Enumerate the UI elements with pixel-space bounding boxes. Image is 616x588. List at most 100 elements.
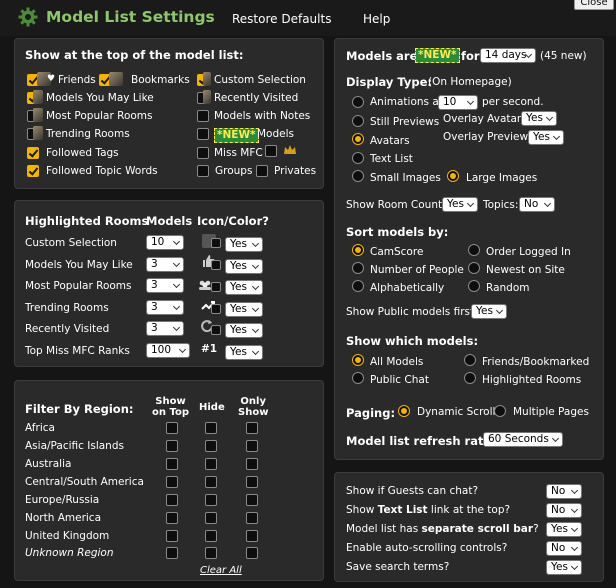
crown-icon [284, 145, 296, 154]
region-only-show-checkbox[interactable] [246, 494, 258, 506]
new-models-checkbox[interactable] [197, 128, 209, 140]
sort-random-radio[interactable] [468, 280, 480, 292]
recently-visited-models-select[interactable]: 3 [146, 321, 184, 336]
most-popular-models-select[interactable]: 3 [146, 278, 184, 293]
trending-icon-checkbox[interactable] [211, 304, 221, 314]
multiple-pages-radio[interactable] [494, 405, 506, 417]
sort-option-label: Alphabetically [370, 282, 445, 294]
region-hide-checkbox[interactable] [205, 422, 217, 434]
models-column-heading: Models [146, 214, 193, 228]
region-only-show-checkbox[interactable] [246, 530, 258, 542]
followed-tags-checkbox[interactable] [27, 147, 39, 159]
refresh-rate-select[interactable]: 60 Seconds [483, 432, 563, 447]
recently-visited-enabled-select[interactable]: Yes [225, 323, 263, 338]
help-button[interactable]: Help [363, 12, 390, 26]
region-hide-checkbox[interactable] [205, 458, 217, 470]
recently-visited-icon-checkbox[interactable] [211, 325, 221, 335]
restore-defaults-button[interactable]: Restore Defaults [232, 12, 331, 26]
highlight-row-label: Models You May Like [25, 259, 133, 271]
only-show-column-heading: Only Show [238, 396, 269, 418]
region-only-show-checkbox[interactable] [246, 512, 258, 524]
still-previews-radio[interactable] [352, 115, 364, 127]
large-images-label: Large Images [466, 172, 538, 184]
highlighted-rooms-radio[interactable] [464, 372, 476, 384]
region-hide-checkbox[interactable] [205, 476, 217, 488]
recently-visited-label: Recently Visited [214, 92, 299, 104]
region-show-on-top-checkbox[interactable] [166, 494, 178, 506]
miss-mfc-ranks-enabled-select[interactable]: Yes [225, 345, 263, 360]
trending-models-select[interactable]: 3 [146, 300, 184, 315]
groups-checkbox[interactable] [197, 165, 209, 177]
models-you-may-like-enabled-select[interactable]: Yes [225, 259, 263, 274]
friends-bookmarked-radio[interactable] [464, 354, 476, 366]
overlay-avatar-select[interactable]: Yes [521, 111, 557, 126]
save-search-select[interactable]: Yes [546, 560, 582, 575]
public-first-select[interactable]: Yes [471, 304, 507, 319]
region-show-on-top-checkbox[interactable] [166, 422, 178, 434]
region-only-show-checkbox[interactable] [246, 440, 258, 452]
region-show-on-top-checkbox[interactable] [166, 476, 178, 488]
sort-camscore-radio[interactable] [352, 244, 364, 256]
miss-mfc-ranks-select[interactable]: 100 [146, 343, 190, 358]
close-button[interactable]: Close [574, 0, 614, 10]
models-with-notes-checkbox[interactable] [197, 110, 209, 122]
auto-scroll-select[interactable]: No [546, 541, 582, 556]
region-show-on-top-checkbox[interactable] [166, 440, 178, 452]
region-only-show-checkbox[interactable] [246, 547, 258, 559]
overlay-preview-select[interactable]: Yes [528, 130, 564, 145]
custom-selection-enabled-select[interactable]: Yes [225, 237, 263, 252]
models-you-may-like-icon-checkbox[interactable] [211, 260, 221, 270]
public-chat-radio[interactable] [352, 372, 364, 384]
region-hide-checkbox[interactable] [205, 440, 217, 452]
most-popular-icon-checkbox[interactable] [211, 282, 221, 292]
small-images-radio[interactable] [352, 170, 364, 182]
animations-rate-select[interactable]: 10 [438, 95, 478, 110]
avatars-radio[interactable] [352, 133, 364, 145]
sort-order-logged-in-radio[interactable] [468, 244, 480, 256]
region-only-show-checkbox[interactable] [246, 458, 258, 470]
custom-selection-icon-checkbox[interactable] [211, 238, 221, 248]
region-show-on-top-checkbox[interactable] [166, 547, 178, 559]
region-hide-checkbox[interactable] [205, 547, 217, 559]
sort-number-of-people-radio[interactable] [352, 262, 364, 274]
region-only-show-checkbox[interactable] [246, 422, 258, 434]
room-count-select[interactable]: Yes [442, 197, 478, 212]
models-you-may-like-models-select[interactable]: 3 [146, 257, 184, 272]
topics-select[interactable]: No [519, 197, 555, 212]
recently-visited-thumbnail [203, 90, 211, 104]
which-option-label: Public Chat [370, 374, 429, 386]
guests-chat-label: Show if Guests can chat? [346, 485, 479, 497]
privates-checkbox[interactable] [256, 165, 268, 177]
clear-all-link[interactable]: Clear All [200, 565, 242, 576]
trending-rooms-label: Trending Rooms [46, 128, 130, 140]
text-list-link-select[interactable]: No [546, 503, 582, 518]
dynamic-scroll-radio[interactable] [398, 405, 410, 417]
trending-enabled-select[interactable]: Yes [225, 302, 263, 317]
followed-topic-words-checkbox[interactable] [27, 165, 39, 177]
region-only-show-checkbox[interactable] [246, 476, 258, 488]
miss-mfc-checkbox[interactable] [197, 147, 209, 159]
sort-alphabetically-radio[interactable] [352, 280, 364, 292]
miss-mfc-label: Miss MFC [214, 147, 263, 159]
sort-newest-radio[interactable] [468, 262, 480, 274]
most-popular-enabled-select[interactable]: Yes [225, 280, 263, 295]
topics-label: Topics: [483, 199, 519, 211]
region-hide-checkbox[interactable] [205, 494, 217, 506]
all-models-radio[interactable] [352, 354, 364, 366]
display-type-sublabel: (On Homepage) [428, 76, 512, 88]
region-hide-checkbox[interactable] [205, 512, 217, 524]
new-days-select[interactable]: 14 days [480, 48, 536, 63]
scroll-bar-select[interactable]: Yes [546, 522, 582, 537]
guests-chat-select[interactable]: No [546, 484, 582, 499]
region-show-on-top-checkbox[interactable] [166, 530, 178, 542]
animations-radio[interactable] [352, 96, 364, 108]
misc-settings-panel: Show if Guests can chat? No Show Text Li… [334, 472, 604, 582]
region-show-on-top-checkbox[interactable] [166, 458, 178, 470]
miss-mfc-crown-checkbox[interactable] [265, 145, 277, 157]
custom-selection-models-select[interactable]: 10 [146, 235, 184, 250]
large-images-radio[interactable] [447, 170, 459, 182]
region-show-on-top-checkbox[interactable] [166, 512, 178, 524]
region-hide-checkbox[interactable] [205, 530, 217, 542]
models-with-notes-label: Models with Notes [214, 110, 311, 122]
text-list-radio[interactable] [352, 152, 364, 164]
